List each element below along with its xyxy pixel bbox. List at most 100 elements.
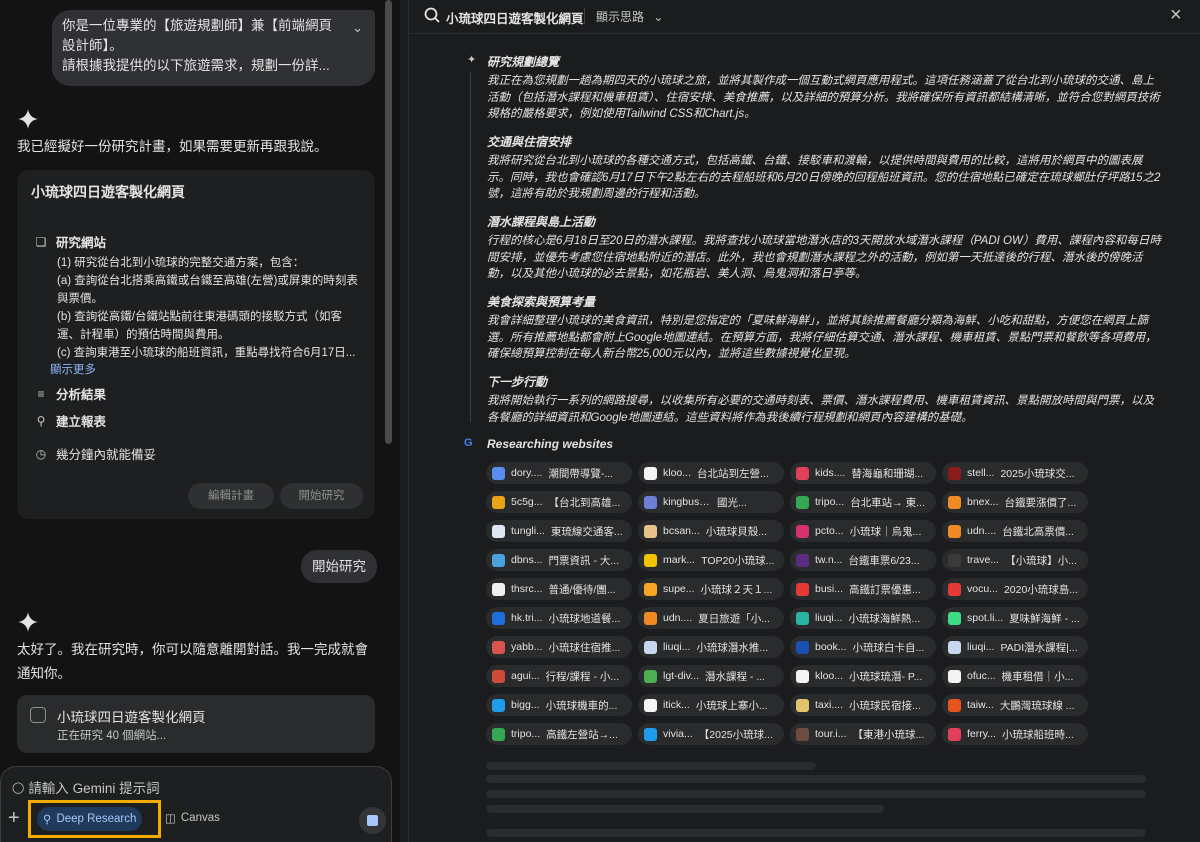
website-chip[interactable]: lgt-div... 潛水課程 - ... <box>638 665 784 687</box>
site-domain: kids.... <box>815 467 846 479</box>
user-message-pill: 開始研究 <box>301 550 377 583</box>
website-chip[interactable]: liuqi... PADI潛水課程|... <box>942 636 1088 658</box>
site-favicon-icon <box>492 582 505 596</box>
loading-skeleton <box>486 762 816 770</box>
site-domain: kloo... <box>663 467 692 479</box>
website-chip[interactable]: ferry... 小琉球船班時... <box>942 723 1088 745</box>
status-title: 小琉球四日遊客製化網頁 <box>57 710 206 725</box>
site-title: 夏日旅遊「小... <box>698 612 770 625</box>
thought-section: 潛水課程與島上活動 行程的核心是6月18日至20日的潛水課程。我將查找小琉球當地… <box>487 213 1162 283</box>
shield-icon: ◯ <box>12 781 25 794</box>
website-chip[interactable]: yabb... 小琉球住宿推... <box>486 636 632 658</box>
website-chip[interactable]: pcto... 小琉球｜烏鬼... <box>790 520 936 542</box>
site-domain: vocu... <box>967 583 998 595</box>
chevron-down-icon: ⌄ <box>653 10 664 24</box>
site-domain: tungli... <box>511 525 545 537</box>
chat-scroll-area[interactable]: 你是一位專業的【旅遊規劃師】兼【前端網頁 設計師】。 請根據我提供的以下旅遊需求… <box>0 0 392 760</box>
site-favicon-icon <box>492 669 505 683</box>
step-label: 研究網站 <box>56 236 107 250</box>
website-chip[interactable]: trave... 【小琉球】小... <box>942 549 1088 571</box>
site-title: 台北車站→ 東... <box>850 496 925 509</box>
canvas-button[interactable]: ◫ Canvas <box>165 811 220 825</box>
site-favicon-icon <box>796 582 809 596</box>
site-favicon-icon <box>796 611 809 625</box>
website-chip[interactable]: ofuc... 機車租借｜小... <box>942 665 1088 687</box>
site-favicon-icon <box>948 698 961 712</box>
site-favicon-icon <box>644 727 657 741</box>
show-thinking-toggle[interactable]: 顯示思路 ⌄ <box>596 8 663 25</box>
site-favicon-icon <box>796 495 809 509</box>
website-chip[interactable]: kids.... 替海龜和珊瑚... <box>790 462 936 484</box>
site-domain: book... <box>815 641 847 653</box>
website-chip[interactable]: kloo... 台北站到左營... <box>638 462 784 484</box>
website-chip[interactable]: dory.... 潮間帶導覽-... <box>486 462 632 484</box>
website-chip[interactable]: bcsan... 小琉球貝殼... <box>638 520 784 542</box>
step-detail-text: (1) 研究從台北到小琉球的完整交通方案，包含： (a) 查詢從台北搭乘高鐵或台… <box>57 254 362 362</box>
website-chip[interactable]: kingbus.com... 國光... <box>638 491 784 513</box>
website-chip[interactable]: tripo... 台北車站→ 東... <box>790 491 936 513</box>
site-domain: kloo... <box>815 670 844 682</box>
website-chip[interactable]: tour.i... 【東港小琉球... <box>790 723 936 745</box>
edit-plan-button[interactable]: 編輯計畫 <box>188 483 274 509</box>
site-favicon-icon <box>492 495 505 509</box>
stop-button[interactable] <box>359 807 386 834</box>
website-chip[interactable]: taiw... 大鵬灣琉球線 ... <box>942 694 1088 716</box>
website-chip[interactable]: dbns... 門票資訊 - 大... <box>486 549 632 571</box>
website-chip[interactable]: 5c5g... 【台北到高雄... <box>486 491 632 513</box>
site-title: 潮間帶導覽-... <box>548 467 614 480</box>
site-title: 小琉球｜烏鬼... <box>849 525 922 538</box>
start-research-button[interactable]: 開始研究 <box>280 483 363 509</box>
website-chip[interactable]: tw.n... 台鐵車票6/23... <box>790 549 936 571</box>
site-title: 小琉球住宿推... <box>548 641 621 654</box>
site-domain: tripo... <box>511 728 541 740</box>
site-domain: hk.tri... <box>511 612 543 624</box>
website-chip[interactable]: taxi.... 小琉球民宿接... <box>790 694 936 716</box>
prompt-placeholder: 請輸入 Gemini 提示詞 <box>28 781 160 796</box>
user-message-bubble[interactable]: 你是一位專業的【旅遊規劃師】兼【前端網頁 設計師】。 請根據我提供的以下旅遊需求… <box>52 10 375 86</box>
site-favicon-icon <box>492 727 505 741</box>
website-chip[interactable]: liuqi... 小琉球海鮮熱... <box>790 607 936 629</box>
site-favicon-icon <box>644 466 657 480</box>
website-chip[interactable]: liuqi... 小琉球潛水推... <box>638 636 784 658</box>
add-icon[interactable]: + <box>8 808 20 828</box>
website-chip[interactable]: vocu... 2020小琉球島... <box>942 578 1088 600</box>
website-chip[interactable]: supe... 小琉球２天１... <box>638 578 784 600</box>
website-chip[interactable]: hk.tri... 小琉球地道餐... <box>486 607 632 629</box>
website-chip[interactable]: stell... 2025小琉球交... <box>942 462 1088 484</box>
expand-chevron-icon[interactable]: ⌄ <box>352 18 363 38</box>
website-chip[interactable]: udn.... 夏日旅遊「小... <box>638 607 784 629</box>
site-domain: liuqi... <box>967 641 995 653</box>
website-chip[interactable]: udn.... 台鐵北高票價... <box>942 520 1088 542</box>
site-title: 小琉球潛水推... <box>696 641 769 654</box>
site-domain: udn.... <box>967 525 997 537</box>
section-body: 我會詳細整理小琉球的美食資訊，特別是您指定的「夏味鮮海鮮」，並將其餘推薦餐廳分類… <box>487 315 1157 360</box>
site-title: 【東港小琉球... <box>852 728 925 741</box>
step-detail-line: 運、計程車）的預估時間與費用。 <box>57 329 230 341</box>
web-research-icon: ❏ <box>35 234 47 249</box>
website-chip[interactable]: agui... 行程/課程 - 小... <box>486 665 632 687</box>
research-status-card[interactable]: 小琉球四日遊客製化網頁 正在研究 40 個網站... <box>17 695 375 753</box>
website-chip[interactable]: spot.li... 夏味鮮海鮮 - ... <box>942 607 1088 629</box>
site-favicon-icon <box>796 727 809 741</box>
website-chip[interactable]: mark... TOP20小琉球... <box>638 549 784 571</box>
deep-research-button[interactable]: ⚲ Deep Research <box>37 807 143 831</box>
show-more-link[interactable]: 顯示更多 <box>50 361 96 377</box>
site-title: 大鵬灣琉球線 ... <box>999 699 1075 712</box>
site-domain: spot.li... <box>967 612 1004 624</box>
prompt-input[interactable]: ◯ 請輸入 Gemini 提示詞 <box>12 777 160 797</box>
site-domain: dory.... <box>511 467 543 479</box>
website-chip[interactable]: thsrc... 普通/優待/團... <box>486 578 632 600</box>
chat-scrollbar[interactable] <box>385 0 392 444</box>
website-chip[interactable]: bnex... 台鐵要漲價了... <box>942 491 1088 513</box>
website-chip[interactable]: bigg... 小琉球機車的... <box>486 694 632 716</box>
website-chip[interactable]: kloo... 小琉球琉潛- P... <box>790 665 936 687</box>
site-favicon-icon <box>492 640 505 654</box>
website-chip[interactable]: itick... 小琉球上寨小... <box>638 694 784 716</box>
website-chip[interactable]: busi... 高鐵訂票優惠... <box>790 578 936 600</box>
website-chip[interactable]: vivia... 【2025小琉球... <box>638 723 784 745</box>
close-icon[interactable]: × <box>1170 4 1182 27</box>
website-chip[interactable]: tungli... 東琉線交通客... <box>486 520 632 542</box>
website-chip[interactable]: tripo... 高鐵左營站→... <box>486 723 632 745</box>
website-chip[interactable]: book... 小琉球白卡自... <box>790 636 936 658</box>
site-domain: agui... <box>511 670 540 682</box>
